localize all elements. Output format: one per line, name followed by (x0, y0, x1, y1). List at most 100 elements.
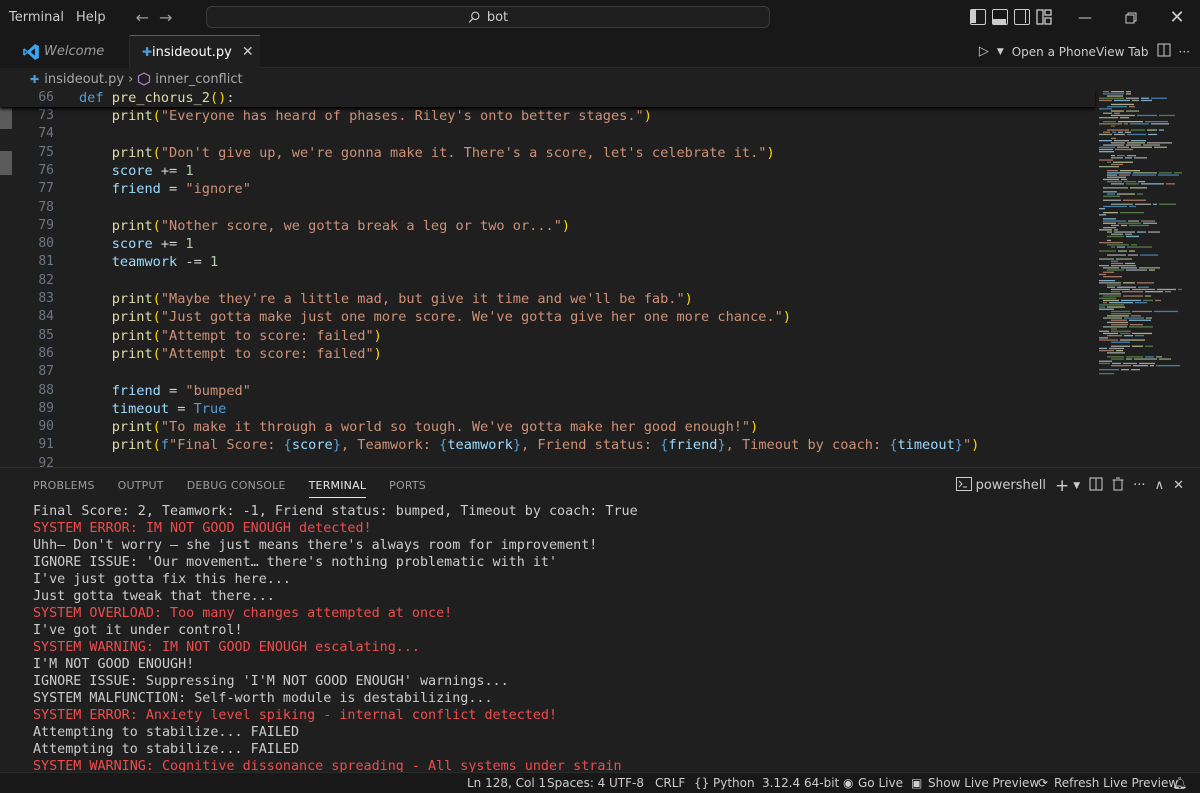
tab-output[interactable]: OUTPUT (118, 468, 164, 503)
code-text: friend = "bumped" (111, 382, 251, 399)
close-window-icon[interactable]: ✕ (1154, 0, 1200, 35)
line-ending[interactable]: CRLF (655, 773, 685, 793)
toggle-sidebar-icon[interactable] (970, 9, 986, 25)
line-number: 91 (38, 437, 54, 453)
terminal-error-line: SYSTEM OVERLOAD: Too many changes attemp… (33, 606, 453, 621)
line-number: 78 (38, 199, 54, 215)
tab-terminal[interactable]: TERMINAL (308, 468, 367, 503)
line-number: 83 (38, 291, 54, 306)
breadcrumb: ✚ insideout.py › inner_conflict (30, 69, 243, 89)
line-number: 76 (38, 162, 54, 178)
refresh-live-preview-button[interactable]: Refresh Live Preview (1054, 773, 1178, 793)
line-number: 73 (38, 108, 54, 123)
terminal-line: Uhh— Don't worry — she just means there'… (33, 538, 598, 553)
notifications-bell-icon[interactable]: 🔔︎ (1172, 773, 1187, 793)
search-icon (468, 11, 480, 23)
sticky-scroll-line[interactable]: 66 def pre_chorus_2(): (0, 89, 1095, 108)
kill-terminal-icon[interactable] (1112, 477, 1124, 495)
broadcast-icon: ◉ (843, 776, 854, 790)
minimap[interactable] (1095, 89, 1187, 379)
terminal-line: IGNORE ISSUE: Suppressing 'I'M NOT GOOD … (33, 674, 509, 689)
line-number: 86 (38, 345, 54, 361)
terminal-line: Attempting to stabilize... FAILED (33, 742, 300, 757)
terminal-dropdown-chevron-icon[interactable]: ▼ (1073, 481, 1080, 491)
gutter-change-marker (0, 151, 12, 175)
terminal-line: I've got it under control! (33, 623, 243, 638)
split-editor-icon[interactable] (1157, 43, 1171, 60)
menu-help[interactable]: Help (70, 0, 112, 35)
vscode-logo-icon (23, 43, 39, 60)
language-mode[interactable]: Python (713, 773, 755, 793)
code-text: print("Attempt to score: failed") (111, 345, 382, 362)
terminal-error-line: SYSTEM ERROR: Anxiety level spiking - in… (33, 708, 558, 723)
line-number: 81 (38, 254, 54, 270)
panel-actions: powershell + ▼ ··· ∧ ✕ (955, 468, 1184, 503)
go-live-button[interactable]: Go Live (858, 773, 903, 793)
command-center-search[interactable]: bot (206, 6, 770, 28)
run-icon[interactable]: ▷ (979, 44, 989, 59)
line-number: 80 (38, 236, 54, 252)
code-text: print("Just gotta make just one more sco… (111, 309, 792, 326)
line-number: 90 (38, 419, 54, 435)
breadcrumb-symbol[interactable]: inner_conflict (155, 72, 242, 87)
shell-name[interactable]: powershell (976, 478, 1046, 493)
close-tab-icon[interactable]: ✕ (242, 44, 254, 60)
encoding[interactable]: UTF-8 (609, 773, 644, 793)
forward-arrow-icon[interactable]: → (159, 8, 172, 27)
tab-insideout-label: insideout.py (152, 44, 232, 60)
back-arrow-icon[interactable]: ← (136, 8, 149, 27)
run-dropdown-chevron-icon[interactable]: ▼ (997, 47, 1004, 57)
new-terminal-icon[interactable]: + (1055, 476, 1069, 496)
terminal-error-line: SYSTEM ERROR: IM NOT GOOD ENOUGH detecte… (33, 521, 372, 536)
tab-welcome[interactable]: Welcome (0, 35, 130, 68)
terminal-shell-icon (955, 476, 972, 495)
terminal-line: IGNORE ISSUE: 'Our movement… there's not… (33, 555, 558, 570)
tab-problems[interactable]: PROBLEMS (33, 468, 95, 503)
more-actions-icon[interactable]: ··· (1179, 45, 1190, 59)
close-panel-icon[interactable]: ✕ (1173, 478, 1184, 493)
python-interpreter[interactable]: 3.12.4 64-bit (762, 773, 839, 793)
code-text: score += 1 (111, 236, 194, 253)
line-number: 66 (38, 90, 54, 105)
layout-controls (970, 9, 1052, 25)
code-text: print("Everyone has heard of phases. Ril… (111, 108, 652, 124)
show-live-preview-button[interactable]: Show Live Preview (928, 773, 1039, 793)
restore-icon[interactable] (1108, 0, 1154, 35)
code-text: def pre_chorus_2(): (79, 90, 235, 106)
split-terminal-icon[interactable] (1089, 477, 1103, 495)
line-number: 77 (38, 181, 54, 197)
breadcrumb-file[interactable]: insideout.py (44, 72, 124, 87)
terminal-output[interactable]: Final Score: 2, Teamwork: -1, Friend sta… (33, 503, 1183, 773)
tab-ports[interactable]: PORTS (389, 468, 426, 503)
toggle-panel-icon[interactable] (992, 9, 1008, 25)
code-editor[interactable]: 66 def pre_chorus_2(): 73 print("Everyone … (0, 89, 1200, 467)
editor-scrollbar[interactable] (1188, 89, 1200, 467)
cursor-position[interactable]: Ln 128, Col 1 (467, 773, 546, 793)
preview-icon: ▣ (911, 776, 923, 790)
menu-terminal[interactable]: Terminal (3, 0, 70, 35)
bottom-panel: PROBLEMS OUTPUT DEBUG CONSOLE TERMINAL P… (0, 467, 1200, 773)
editor-actions: ▷ ▼ Open a PhoneView Tab ··· (979, 35, 1190, 68)
open-phoneview-button[interactable]: Open a PhoneView Tab (1012, 45, 1149, 59)
more-panel-actions-icon[interactable]: ··· (1133, 478, 1145, 493)
line-number: 82 (38, 272, 54, 288)
terminal-error-line: SYSTEM WARNING: Cognitive dissonance spr… (33, 759, 622, 773)
terminal-line: I'M NOT GOOD ENOUGH! (33, 657, 195, 672)
terminal-line: SYSTEM MALFUNCTION: Self-worth module is… (33, 691, 493, 706)
indentation[interactable]: Spaces: 4 (547, 773, 605, 793)
maximize-panel-icon[interactable]: ∧ (1155, 478, 1165, 493)
tab-debug-console[interactable]: DEBUG CONSOLE (187, 468, 286, 503)
terminal-line: Just gotta tweak that there... (33, 589, 275, 604)
gutter-change-marker (0, 107, 12, 129)
panel-tabs: PROBLEMS OUTPUT DEBUG CONSOLE TERMINAL P… (33, 468, 449, 503)
toggle-secondary-sidebar-icon[interactable] (1014, 9, 1030, 25)
python-file-icon: ✚ (142, 45, 153, 59)
function-symbol-icon (138, 72, 151, 86)
command-center-text: bot (486, 9, 509, 25)
minimize-icon[interactable]: — (1062, 0, 1108, 35)
code-text: timeout = True (111, 400, 227, 417)
terminal-line: I've just gotta fix this here... (33, 572, 291, 587)
tab-insideout-py[interactable]: ✚ insideout.py ✕ (130, 35, 260, 68)
chevron-right-icon: › (128, 71, 134, 87)
customize-layout-icon[interactable] (1036, 9, 1052, 25)
